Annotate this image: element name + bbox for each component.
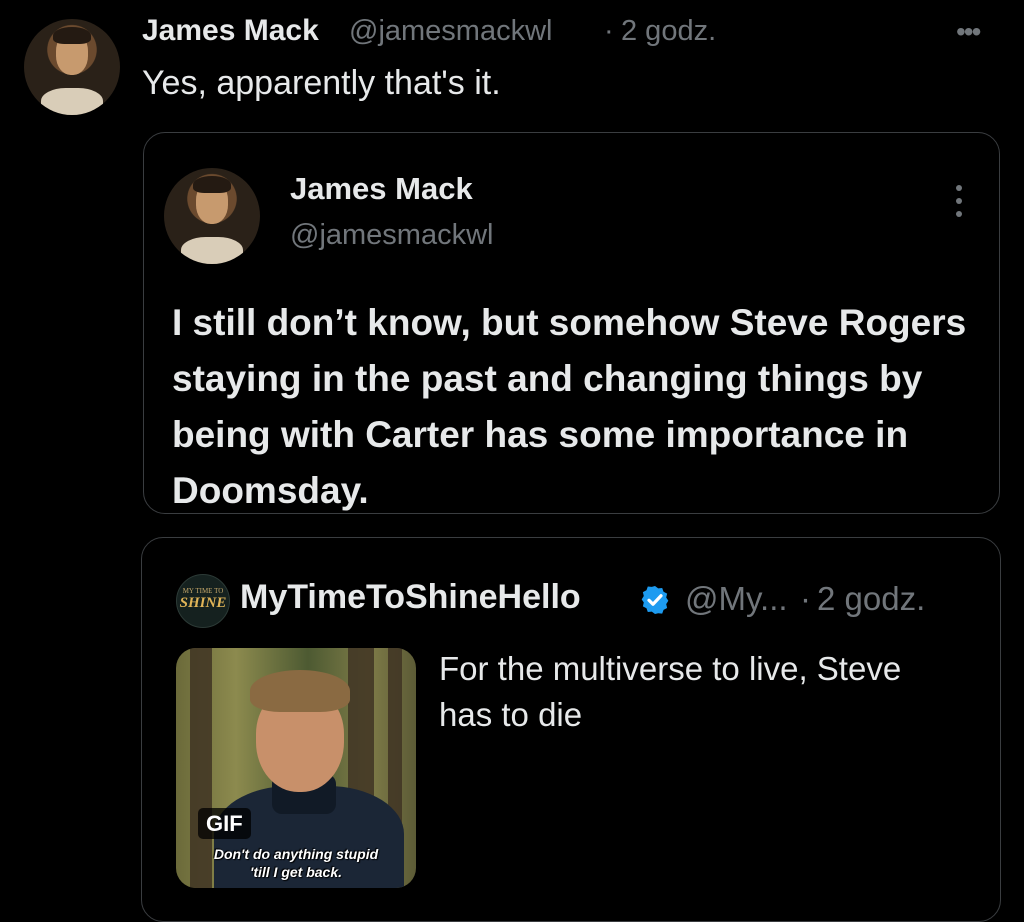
reply-timestamp[interactable]: 2 godz. <box>621 15 716 48</box>
reply-text: Yes, apparently that's it. <box>142 64 501 102</box>
quoted-post-text: I still don’t know, but somehow Steve Ro… <box>172 302 967 511</box>
quoted-author-avatar[interactable] <box>164 168 260 264</box>
nested-author-name[interactable]: MyTimeToShineHello <box>240 578 581 617</box>
gif-media[interactable]: GIF Don't do anything stupid 'till I get… <box>176 648 416 888</box>
reply-post: James Mack @jamesmackwl · 2 godz. ••• Ye… <box>0 0 1024 922</box>
nested-author-handle[interactable]: @My... <box>685 580 788 618</box>
reply-author-avatar[interactable] <box>24 19 120 115</box>
gif-caption: Don't do anything stupid 'till I get bac… <box>176 845 416 881</box>
quoted-author-handle[interactable]: @jamesmackwl <box>290 219 493 252</box>
nested-quote-card[interactable]: MY TIME TO SHINE MyTimeToShineHello @My.… <box>141 537 1001 922</box>
mytimetoshine-logo[interactable]: MY TIME TO SHINE <box>176 574 230 628</box>
reply-author-name[interactable]: James Mack <box>142 14 319 48</box>
quoted-post-card[interactable]: James Mack @jamesmackwl I still don’t kn… <box>143 132 1000 514</box>
more-horizontal-icon[interactable]: ••• <box>956 16 981 48</box>
logo-big-text: SHINE <box>179 595 227 611</box>
quoted-author-name[interactable]: James Mack <box>290 171 473 207</box>
nested-quote-text: For the multiverse to live, Steve has to… <box>439 650 902 733</box>
more-vertical-icon[interactable] <box>956 185 964 224</box>
gif-caption-line: Don't do anything stupid <box>213 846 379 862</box>
separator-dot: · <box>604 15 614 47</box>
nested-timestamp[interactable]: 2 godz. <box>817 580 925 618</box>
reply-author-handle[interactable]: @jamesmackwl <box>349 15 552 48</box>
separator-dot: · <box>800 580 811 617</box>
logo-small-text: MY TIME TO <box>182 587 224 595</box>
gif-badge: GIF <box>198 808 251 839</box>
gif-caption-line: 'till I get back. <box>249 864 343 880</box>
verified-badge-icon <box>641 586 669 614</box>
